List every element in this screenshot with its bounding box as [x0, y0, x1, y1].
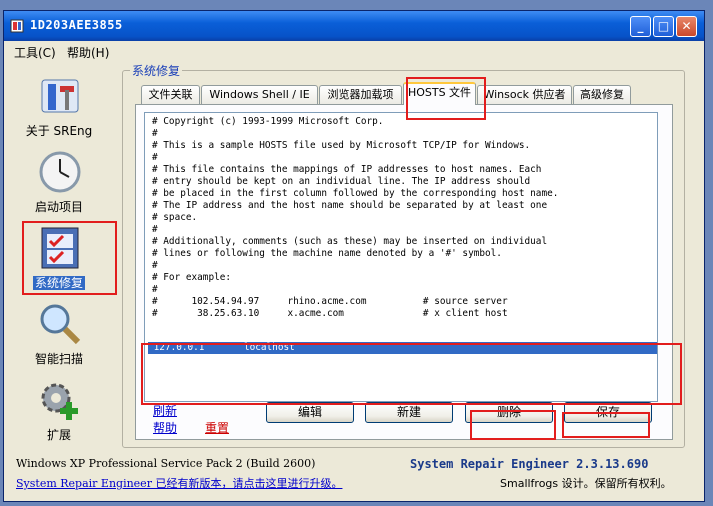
checklist-icon — [41, 227, 79, 269]
tab-advanced-repair[interactable]: 高级修复 — [573, 85, 631, 104]
sidebar-item-label: 启动项目 — [34, 200, 83, 214]
maximize-icon: □ — [657, 19, 670, 33]
sidebar-item-label: 智能扫描 — [34, 352, 83, 366]
os-version-text: Windows XP Professional Service Pack 2 (… — [16, 457, 316, 470]
tab-winsock-providers[interactable]: Winsock 供应者 — [477, 85, 572, 104]
reset-link[interactable]: 重置 — [205, 419, 229, 436]
group-title: 系统修复 — [130, 62, 183, 79]
sidebar-item-label: 关于 SREng — [25, 124, 93, 138]
magnifier-icon — [40, 304, 81, 345]
menu-help[interactable]: 帮助(H) — [67, 44, 109, 61]
copyright-text: Smallfrogs 设计。保留所有权利。 — [500, 477, 672, 490]
minimize-icon: _ — [637, 19, 644, 33]
hosts-file-textarea[interactable]: # Copyright (c) 1993-1999 Microsoft Corp… — [144, 112, 658, 402]
update-notice-link[interactable]: System Repair Engineer 已经有新版本，请点击这里进行升级。 — [16, 475, 342, 491]
selected-hosts-entry[interactable]: 127.0.0.1 localhost — [148, 342, 657, 354]
sidebar-item-label: 扩展 — [46, 428, 71, 442]
minimize-button[interactable]: _ — [630, 16, 651, 37]
sidebar-item-startup[interactable]: 启动项目 — [14, 150, 104, 224]
new-button[interactable]: 新建 — [365, 402, 453, 423]
maximize-button[interactable]: □ — [653, 16, 674, 37]
close-button[interactable]: ✕ — [676, 16, 697, 37]
sidebar-item-extend[interactable]: 扩展 — [14, 378, 104, 452]
hosts-file-content: # Copyright (c) 1993-1999 Microsoft Corp… — [152, 116, 559, 319]
tools-icon — [41, 79, 79, 113]
close-icon: ✕ — [681, 19, 692, 33]
menu-tools[interactable]: 工具(C) — [14, 44, 56, 61]
gear-plus-icon — [41, 383, 78, 420]
help-link[interactable]: 帮助 — [153, 419, 177, 436]
window-title: 1D203AEE3855 — [30, 18, 123, 32]
title-bar[interactable]: 1D203AEE3855 _ □ ✕ — [4, 11, 704, 41]
sidebar-item-about[interactable]: 关于 SREng — [14, 74, 104, 148]
delete-button[interactable]: 删除 — [465, 402, 553, 423]
product-version: System Repair Engineer 2.3.13.690 — [410, 457, 649, 471]
edit-button[interactable]: 编辑 — [266, 402, 354, 423]
save-button[interactable]: 保存 — [564, 402, 652, 423]
sidebar-item-system-repair[interactable]: 系统修复 — [14, 226, 104, 300]
clock-icon — [39, 151, 81, 193]
tab-hosts-file[interactable]: HOSTS 文件 — [403, 82, 476, 105]
menu-bar: 工具(C) 帮助(H) — [4, 41, 704, 61]
tab-file-association[interactable]: 文件关联 — [141, 85, 200, 104]
app-icon — [10, 19, 24, 33]
refresh-link[interactable]: 刷新 — [153, 402, 177, 419]
tab-windows-shell-ie[interactable]: Windows Shell / IE — [201, 85, 318, 104]
sidebar-item-smart-scan[interactable]: 智能扫描 — [14, 302, 104, 376]
sidebar-item-label: 系统修复 — [32, 276, 85, 290]
tab-browser-addons[interactable]: 浏览器加载项 — [319, 85, 402, 104]
